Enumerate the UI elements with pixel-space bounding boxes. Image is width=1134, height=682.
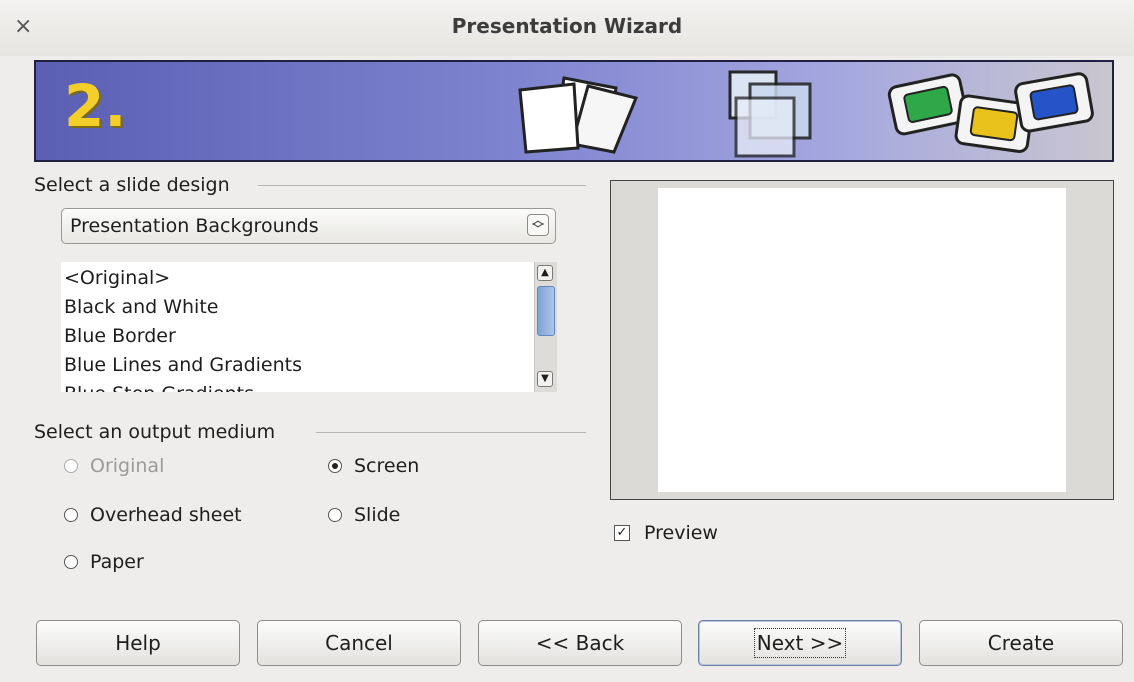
help-label: Help <box>115 631 161 655</box>
next-button[interactable]: Next >> <box>698 620 902 666</box>
radio-overhead-label: Overhead sheet <box>90 504 242 526</box>
divider <box>316 432 586 433</box>
scroll-up-icon[interactable]: ▲ <box>537 265 553 281</box>
transparencies-icon <box>728 70 812 158</box>
next-label: Next >> <box>753 628 847 658</box>
window-title: Presentation Wizard <box>451 14 683 38</box>
checkmark-icon: ✓ <box>614 525 630 541</box>
paper-sheets-icon <box>518 76 639 154</box>
radio-original-label: Original <box>90 455 165 477</box>
output-medium-header: Select an output medium <box>34 421 276 443</box>
scroll-thumb[interactable] <box>537 286 555 336</box>
help-button[interactable]: Help <box>36 620 240 666</box>
create-label: Create <box>987 631 1055 655</box>
list-item[interactable]: Blue Border <box>64 324 176 348</box>
cancel-label: Cancel <box>325 631 393 655</box>
radio-circle-selected <box>328 459 342 473</box>
list-item[interactable]: Blue Lines and Gradients <box>64 353 302 377</box>
list-item[interactable]: Blue Step Gradients <box>64 382 254 392</box>
radio-paper-label: Paper <box>90 551 144 573</box>
list-scrollbar[interactable]: ▲ ▼ <box>534 262 557 392</box>
create-button[interactable]: Create <box>919 620 1123 666</box>
radio-circle <box>64 508 78 522</box>
updown-chevron-icon: ︿ ﹀ <box>527 214 549 236</box>
design-category-value: Presentation Backgrounds <box>70 215 319 237</box>
slides-icon <box>887 72 1094 153</box>
radio-circle <box>64 459 78 473</box>
list-item[interactable]: Black and White <box>64 295 218 319</box>
list-item[interactable]: <Original> <box>64 266 170 290</box>
radio-overhead-sheet[interactable]: Overhead sheet <box>64 504 242 526</box>
preview-checkbox[interactable]: ✓ Preview <box>614 522 718 544</box>
back-button[interactable]: << Back <box>478 620 682 666</box>
radio-original[interactable]: Original <box>64 455 164 477</box>
preview-slide <box>658 188 1066 492</box>
radio-paper[interactable]: Paper <box>64 551 144 573</box>
wizard-banner: 2. <box>34 60 1114 162</box>
scroll-down-icon[interactable]: ▼ <box>537 371 553 387</box>
slide-design-header: Select a slide design <box>34 174 230 196</box>
slide-design-list[interactable]: <Original> Black and White Blue Border B… <box>61 262 556 392</box>
preview-label: Preview <box>644 522 718 544</box>
radio-circle <box>64 555 78 569</box>
radio-screen-label: Screen <box>354 455 420 477</box>
step-number: 2. <box>64 72 127 140</box>
radio-circle <box>328 508 342 522</box>
radio-slide[interactable]: Slide <box>328 504 400 526</box>
radio-screen[interactable]: Screen <box>328 455 419 477</box>
design-category-select[interactable]: Presentation Backgrounds ︿ ﹀ <box>61 208 556 244</box>
back-label: << Back <box>535 631 625 655</box>
radio-slide-label: Slide <box>354 504 401 526</box>
divider <box>258 185 586 186</box>
cancel-button[interactable]: Cancel <box>257 620 461 666</box>
